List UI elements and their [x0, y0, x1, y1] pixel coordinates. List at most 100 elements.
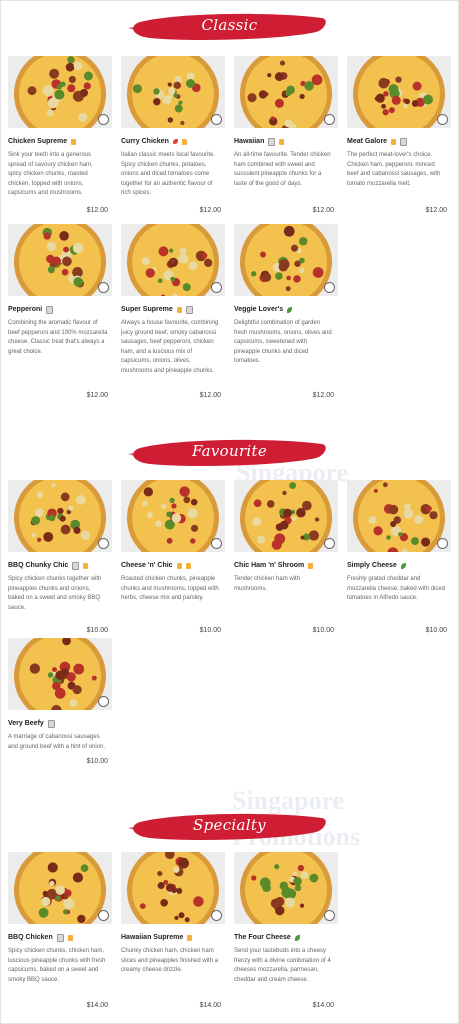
item-name[interactable]: Curry Chicken [121, 138, 169, 145]
menu-item-card[interactable]: The Four Cheese Send your tastebuds into … [234, 852, 338, 1009]
half-half-icon [211, 282, 222, 293]
item-price: $12.00 [199, 392, 221, 399]
porkfree-icon [187, 934, 193, 941]
item-name[interactable]: Hawaiian [234, 138, 264, 145]
menu-item-card[interactable]: Cheese 'n' Chic Roasted chicken chunks, p… [121, 480, 225, 634]
pizza-image [8, 852, 112, 924]
item-name-row: Pepperoni [8, 304, 112, 315]
pizza-thumbnail[interactable] [121, 224, 225, 296]
item-name[interactable]: Meat Galore [347, 138, 387, 145]
item-price: $10.00 [425, 627, 447, 634]
item-name[interactable]: Super Supreme [121, 306, 173, 313]
half-half-icon [324, 282, 335, 293]
item-name-row: Very Beefy [8, 718, 112, 729]
section-banner-classic: Classic [0, 8, 459, 48]
item-description: Tender chicken ham with mushrooms. [234, 576, 301, 592]
porkfree-icon [181, 138, 187, 145]
item-name[interactable]: The Four Cheese [234, 934, 291, 941]
item-name[interactable]: Chic Ham 'n' Shroom [234, 562, 304, 569]
item-name[interactable]: Hawaiian Supreme [121, 934, 183, 941]
menu-item-card[interactable]: Hawaiian Supreme Chunky chicken ham, chic… [121, 852, 225, 1009]
chef-icon [46, 305, 54, 314]
pizza-image [234, 56, 338, 128]
half-half-icon [98, 114, 109, 125]
item-name-row: Chicken Supreme [8, 136, 112, 147]
pizza-thumbnail[interactable] [234, 56, 338, 128]
pizza-thumbnail[interactable] [121, 480, 225, 552]
pizza-image [8, 56, 112, 128]
item-description: Delightful combination of garden fresh m… [234, 320, 332, 365]
pizza-image [121, 56, 225, 128]
item-name-row: BBQ Chunky Chic [8, 560, 112, 571]
item-name-row: Super Supreme [121, 304, 225, 315]
item-name[interactable]: BBQ Chicken [8, 934, 53, 941]
pizza-image [347, 56, 451, 128]
item-name-row: Chic Ham 'n' Shroom [234, 560, 338, 571]
menu-item-card[interactable]: Pepperoni Combining the aromatic flavour … [8, 224, 112, 399]
pizza-thumbnail[interactable] [8, 480, 112, 552]
pizza-thumbnail[interactable] [347, 480, 451, 552]
section-banner-favourite: Favourite [0, 434, 459, 474]
half-half-icon [98, 910, 109, 921]
leaf-icon [294, 934, 300, 941]
menu-item-card[interactable]: BBQ Chunky Chic Spicy chicken chunks toge… [8, 480, 112, 634]
item-price: $12.00 [86, 392, 108, 399]
pizza-thumbnail[interactable] [121, 56, 225, 128]
item-price: $12.00 [312, 392, 334, 399]
pizza-thumbnail[interactable] [347, 56, 451, 128]
item-name[interactable]: BBQ Chunky Chic [8, 562, 68, 569]
item-name-row: Cheese 'n' Chic [121, 560, 225, 571]
pizza-thumbnail[interactable] [8, 852, 112, 924]
menu-item-card[interactable]: Hawaiian An all-time favourite. Tender ch… [234, 56, 338, 214]
item-description: Chunky chicken ham, chicken ham slices a… [121, 948, 219, 974]
item-price: $10.00 [86, 627, 108, 634]
pizza-thumbnail[interactable] [8, 224, 112, 296]
menu-item-card[interactable]: Chicken Supreme Sink your teeth into a ge… [8, 56, 112, 214]
menu-item-card[interactable]: Super Supreme Always a house favourite, c… [121, 224, 225, 399]
item-description: Combining the aromatic flavour of beef p… [8, 320, 108, 355]
item-name[interactable]: Veggie Lover's [234, 306, 283, 313]
pizza-thumbnail[interactable] [234, 480, 338, 552]
menu-item-card[interactable]: Chic Ham 'n' Shroom Tender chicken ham wi… [234, 480, 338, 634]
item-description: Roasted chicken chunks, pineapple chunks… [121, 576, 219, 602]
half-half-icon [324, 114, 335, 125]
menu-item-card[interactable]: Very Beefy A marriage of cabanossi sausag… [8, 638, 112, 765]
item-name-row: Hawaiian [234, 136, 338, 147]
item-price: $14.00 [86, 1002, 108, 1009]
section-title: Favourite [191, 442, 268, 460]
item-name[interactable]: Simply Cheese [347, 562, 397, 569]
item-price: $12.00 [312, 207, 334, 214]
chef-icon [56, 933, 64, 942]
menu-item-card[interactable]: Curry Chicken Italian classic meets local… [121, 56, 225, 214]
pizza-thumbnail[interactable] [121, 852, 225, 924]
pizza-image [8, 638, 112, 710]
porkfree-icon [67, 934, 73, 941]
pizza-thumbnail[interactable] [234, 224, 338, 296]
pizza-thumbnail[interactable] [8, 56, 112, 128]
chef-icon [72, 561, 80, 570]
item-description: Spicy chicken chunks, chicken ham, lusci… [8, 948, 106, 983]
half-half-icon [211, 538, 222, 549]
item-name[interactable]: Pepperoni [8, 306, 42, 313]
pizza-thumbnail[interactable] [8, 638, 112, 710]
item-name[interactable]: Very Beefy [8, 720, 44, 727]
menu-item-card[interactable]: Simply Cheese Freshly grated cheddar and … [347, 480, 451, 634]
item-description: A marriage of cabanossi sausages and gro… [8, 734, 106, 750]
item-name[interactable]: Chicken Supreme [8, 138, 67, 145]
item-name-row: BBQ Chicken [8, 932, 112, 943]
menu-item-card[interactable]: Veggie Lover's Delightful combination of … [234, 224, 338, 399]
section-title: Specialty [193, 816, 266, 834]
chili-icon [172, 139, 178, 144]
menu-item-card[interactable]: BBQ Chicken Spicy chicken chunks, chicken… [8, 852, 112, 1009]
porkfree-icon [83, 562, 89, 569]
pizza-thumbnail[interactable] [234, 852, 338, 924]
pizza-image [347, 480, 451, 552]
item-name[interactable]: Cheese 'n' Chic [121, 562, 173, 569]
pizza-image [234, 852, 338, 924]
item-description: Freshly grated cheddar and mozzarella ch… [347, 576, 446, 602]
half-half-icon [437, 114, 448, 125]
porkfree-icon [176, 306, 182, 313]
item-name-row: Curry Chicken [121, 136, 225, 147]
porkfree-icon [71, 138, 77, 145]
menu-item-card[interactable]: Meat Galore The perfect meat-lover's choi… [347, 56, 451, 214]
